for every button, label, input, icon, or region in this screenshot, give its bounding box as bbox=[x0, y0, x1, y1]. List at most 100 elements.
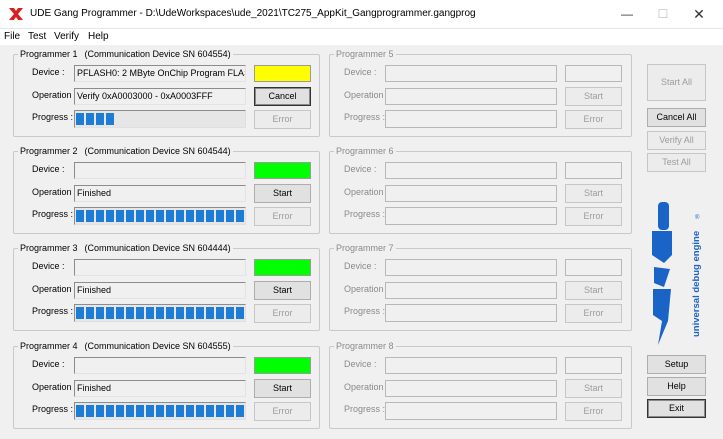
programmer-8-progress-bar bbox=[385, 402, 557, 420]
progress-segment bbox=[86, 113, 94, 125]
programmer-6-start-button[interactable]: Start bbox=[565, 184, 622, 203]
window-title: UDE Gang Programmer - D:\UdeWorkspaces\u… bbox=[30, 8, 476, 19]
operation-label: Operation : bbox=[344, 90, 389, 100]
progress-segment bbox=[86, 307, 94, 319]
programmer-1-cancel-button[interactable]: Cancel bbox=[254, 87, 311, 106]
programmer-7-status-indicator bbox=[565, 259, 622, 276]
device-label: Device : bbox=[344, 164, 377, 174]
progress-segment bbox=[176, 210, 184, 222]
progress-segment bbox=[196, 405, 204, 417]
menu-test[interactable]: Test bbox=[28, 29, 46, 45]
progress-segment bbox=[96, 307, 104, 319]
programmer-8-error-button[interactable]: Error bbox=[565, 402, 622, 421]
programmer-5-group: Programmer 5 Device : Operation : Start … bbox=[329, 48, 632, 137]
programmer-8-title: Programmer 8 bbox=[334, 340, 396, 352]
operation-label: Operation : bbox=[32, 382, 77, 392]
start-all-button[interactable]: Start All bbox=[647, 64, 706, 101]
programmer-8-group: Programmer 8 Device : Operation : Start … bbox=[329, 340, 632, 429]
menu-verify[interactable]: Verify bbox=[54, 29, 79, 45]
programmer-6-progress-bar bbox=[385, 207, 557, 225]
programmer-7-device-field bbox=[385, 259, 557, 276]
progress-segment bbox=[136, 210, 144, 222]
programmer-3-error-button[interactable]: Error bbox=[254, 304, 311, 323]
programmer-7-start-button[interactable]: Start bbox=[565, 281, 622, 300]
progress-segment bbox=[206, 405, 214, 417]
programmer-1-group: Programmer 1 (Communication Device SN 604… bbox=[13, 48, 320, 137]
programmer-2-title: Programmer 2 (Communication Device SN 604… bbox=[18, 145, 233, 157]
progress-segment bbox=[146, 307, 154, 319]
progress-segment bbox=[226, 307, 234, 319]
operation-label: Operation : bbox=[344, 284, 389, 294]
close-button[interactable]: ✕ bbox=[676, 0, 722, 29]
programmer-7-error-button[interactable]: Error bbox=[565, 304, 622, 323]
help-button[interactable]: Help bbox=[647, 377, 706, 396]
programmer-5-operation-field bbox=[385, 88, 557, 105]
progress-segment bbox=[116, 307, 124, 319]
trademark-symbol: ® bbox=[695, 214, 700, 221]
programmer-4-progress-bar bbox=[74, 402, 246, 420]
programmer-5-progress-bar bbox=[385, 110, 557, 128]
programmer-8-start-button[interactable]: Start bbox=[565, 379, 622, 398]
progress-segment bbox=[236, 307, 244, 319]
programmer-6-status-indicator bbox=[565, 162, 622, 179]
programmer-2-start-button[interactable]: Start bbox=[254, 184, 311, 203]
cancel-all-button[interactable]: Cancel All bbox=[647, 108, 706, 127]
menu-help[interactable]: Help bbox=[88, 29, 109, 45]
programmer-5-error-button[interactable]: Error bbox=[565, 110, 622, 129]
programmer-3-start-button[interactable]: Start bbox=[254, 281, 311, 300]
progress-segment bbox=[116, 405, 124, 417]
operation-label: Operation : bbox=[32, 187, 77, 197]
progress-label: Progress : bbox=[32, 112, 74, 122]
progress-segment bbox=[106, 113, 114, 125]
programmer-2-error-button[interactable]: Error bbox=[254, 207, 311, 226]
programmer-7-progress-bar bbox=[385, 304, 557, 322]
progress-segment bbox=[146, 210, 154, 222]
programmer-1-status-indicator bbox=[254, 65, 311, 82]
menu-bar: File Test Verify Help bbox=[0, 29, 723, 45]
progress-segment bbox=[156, 307, 164, 319]
progress-label: Progress : bbox=[32, 306, 74, 316]
programmer-2-progress-bar bbox=[74, 207, 246, 225]
programmer-4-start-button[interactable]: Start bbox=[254, 379, 311, 398]
progress-segment bbox=[236, 405, 244, 417]
progress-segment bbox=[86, 405, 94, 417]
exit-button[interactable]: Exit bbox=[647, 399, 706, 418]
programmer-1-device-field: PFLASH0: 2 MByte OnChip Program FLASH bbox=[74, 65, 246, 82]
programmer-6-operation-field bbox=[385, 185, 557, 202]
progress-segment bbox=[156, 405, 164, 417]
operation-label: Operation : bbox=[344, 382, 389, 392]
progress-segment bbox=[216, 405, 224, 417]
menu-file[interactable]: File bbox=[4, 29, 20, 45]
programmer-1-error-button[interactable]: Error bbox=[254, 110, 311, 129]
programmer-3-status-indicator bbox=[254, 259, 311, 276]
progress-label: Progress : bbox=[344, 112, 386, 122]
programmer-4-status-indicator bbox=[254, 357, 311, 374]
progress-segment bbox=[176, 307, 184, 319]
progress-segment bbox=[126, 307, 134, 319]
programmer-8-device-field bbox=[385, 357, 557, 374]
device-label: Device : bbox=[344, 359, 377, 369]
programmer-3-operation-field: Finished bbox=[74, 282, 246, 299]
progress-segment bbox=[226, 405, 234, 417]
logo-text: universal debug engine bbox=[691, 231, 702, 337]
programmer-4-group: Programmer 4 (Communication Device SN 604… bbox=[13, 340, 320, 429]
programmer-3-progress-bar bbox=[74, 304, 246, 322]
programmer-4-error-button[interactable]: Error bbox=[254, 402, 311, 421]
programmer-2-status-indicator bbox=[254, 162, 311, 179]
title-bar: UDE Gang Programmer - D:\UdeWorkspaces\u… bbox=[0, 0, 723, 29]
setup-button[interactable]: Setup bbox=[647, 355, 706, 374]
progress-segment bbox=[76, 307, 84, 319]
programmer-4-operation-field: Finished bbox=[74, 380, 246, 397]
device-label: Device : bbox=[32, 359, 65, 369]
programmer-6-group: Programmer 6 Device : Operation : Start … bbox=[329, 145, 632, 234]
progress-segment bbox=[76, 210, 84, 222]
progress-segment bbox=[206, 210, 214, 222]
programmer-5-start-button[interactable]: Start bbox=[565, 87, 622, 106]
programmer-7-group: Programmer 7 Device : Operation : Start … bbox=[329, 242, 632, 331]
programmer-6-error-button[interactable]: Error bbox=[565, 207, 622, 226]
programmer-6-title: Programmer 6 bbox=[334, 145, 396, 157]
progress-segment bbox=[76, 113, 84, 125]
verify-all-button[interactable]: Verify All bbox=[647, 131, 706, 150]
test-all-button[interactable]: Test All bbox=[647, 153, 706, 172]
ude-logo: universal debug engine ® bbox=[652, 202, 702, 345]
